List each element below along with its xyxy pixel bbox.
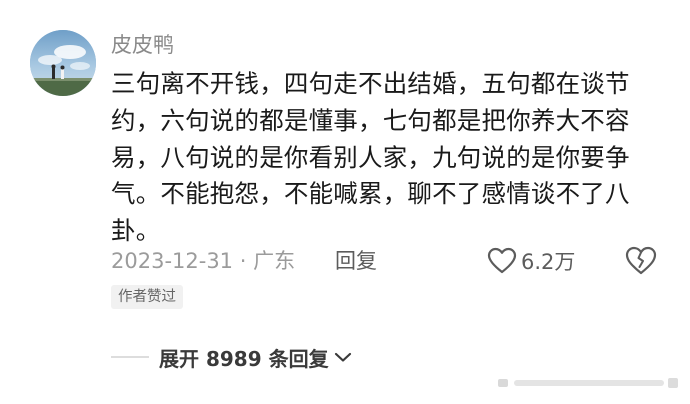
chevron-down-icon (334, 352, 351, 362)
avatar[interactable] (30, 30, 96, 96)
comment-date-location: 2023-12-31 · 广东 (111, 249, 296, 273)
expand-replies-button[interactable]: 展开 8989 条回复 (111, 340, 353, 374)
reply-button[interactable]: 回复 (335, 244, 377, 278)
expand-replies-label: 展开 8989 条回复 (159, 346, 329, 371)
comment-meta-row: 2023-12-31 · 广东 回复 6.2万 (111, 244, 671, 278)
like-button[interactable]: 6.2万 (487, 244, 575, 278)
comment-text: 三句离不开钱，四句走不出结婚，五句都在谈节约，六句说的都是懂事，七句都是把你养大… (111, 69, 630, 246)
blurred-watermark-icon (498, 378, 678, 388)
author-liked-badge: 作者赞过 (111, 285, 183, 309)
dislike-button[interactable] (625, 246, 657, 276)
heart-outline-icon (487, 247, 517, 274)
avatar-photo-sky-icon (30, 30, 96, 96)
expand-divider (111, 356, 149, 358)
comment-item: 皮皮鸭 三句离不开钱，四句走不出结婚，五句都在谈节约，六句说的都是懂事，七句都是… (0, 0, 690, 404)
like-count: 6.2万 (521, 250, 576, 274)
broken-heart-icon (625, 246, 657, 275)
username[interactable]: 皮皮鸭 (111, 30, 174, 60)
